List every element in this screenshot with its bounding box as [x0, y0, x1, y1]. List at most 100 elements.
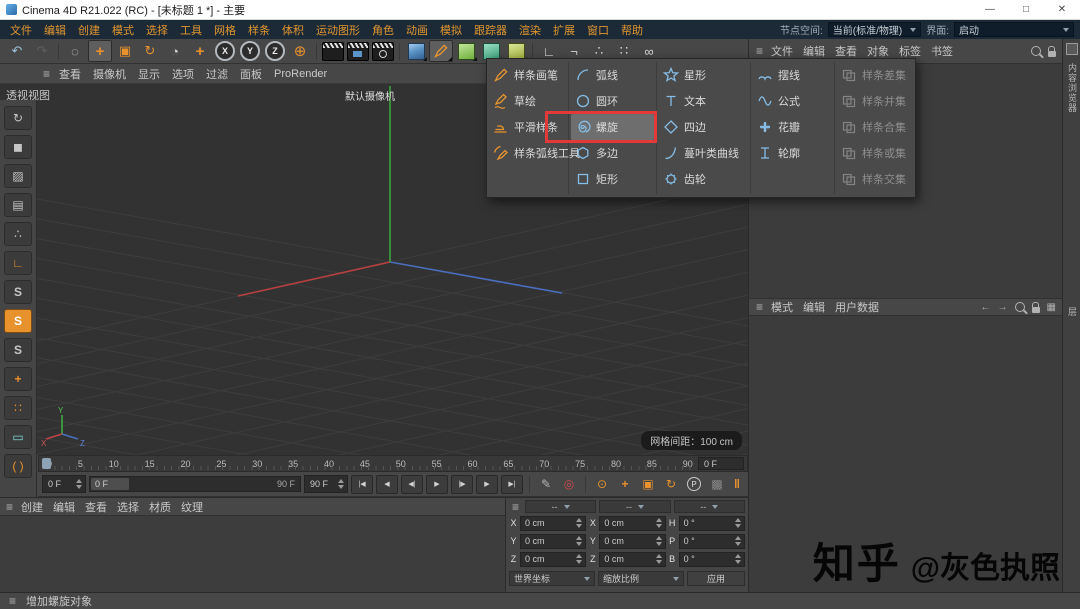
tab-layers[interactable]: 层	[1066, 307, 1079, 317]
timeline-ruler[interactable]: 0510 152025 303540 455055 606570 758085 …	[38, 455, 748, 472]
menu-volume[interactable]: 体积	[276, 22, 310, 38]
cissoid-item[interactable]: 蔓叶类曲线	[659, 140, 748, 166]
rotation-b-field[interactable]: 0 °	[678, 551, 745, 567]
om-menu-file[interactable]: 文件	[766, 43, 798, 59]
menu-mode[interactable]: 模式	[106, 22, 140, 38]
lock-z-axis-button[interactable]: Z	[265, 41, 285, 61]
render-view-button[interactable]	[321, 40, 345, 62]
end-frame-field[interactable]: 90 F	[304, 475, 348, 493]
workplane-mode-button[interactable]: ▤	[4, 193, 32, 217]
recent-tool-button[interactable]: +	[188, 40, 212, 62]
menu-tracker[interactable]: 跟踪器	[468, 22, 513, 38]
om-menu-bookmarks[interactable]: 书签	[926, 43, 958, 59]
position-header-select[interactable]: --	[525, 500, 597, 513]
vp-menu-filter[interactable]: 过滤	[200, 66, 234, 82]
flower-item[interactable]: 花瓣	[753, 114, 832, 140]
menu-select[interactable]: 选择	[140, 22, 174, 38]
scale-tool-button[interactable]: ▣	[113, 40, 137, 62]
live-selection-button[interactable]: ◌	[63, 40, 87, 62]
cogwheel-item[interactable]: 齿轮	[659, 166, 748, 192]
search-icon[interactable]	[1014, 302, 1025, 312]
play-button[interactable]: ▶	[426, 474, 448, 494]
dock-handle-icon[interactable]	[1066, 43, 1078, 55]
star-item[interactable]: 星形	[659, 62, 748, 88]
close-button[interactable]: ✕	[1044, 0, 1080, 19]
menu-render[interactable]: 渲染	[513, 22, 547, 38]
panel-menu-icon[interactable]: ≡	[753, 44, 766, 58]
position-y-field[interactable]: 0 cm	[520, 533, 587, 549]
vp-menu-display[interactable]: 显示	[132, 66, 166, 82]
texture-mode-button[interactable]: ▨	[4, 164, 32, 188]
menu-animate[interactable]: 动画	[400, 22, 434, 38]
goto-start-button[interactable]: |◀	[351, 474, 373, 494]
arc-item[interactable]: 弧线	[571, 62, 654, 88]
panel-menu-icon[interactable]: ≡	[40, 67, 53, 81]
last-tool-button[interactable]: ◔	[163, 40, 187, 62]
prev-key-button[interactable]: ◀	[376, 474, 398, 494]
camera-name-label[interactable]: 默认摄像机	[300, 88, 440, 103]
vp-menu-prorender[interactable]: ProRender	[268, 68, 333, 80]
current-frame-field[interactable]: 0 F	[42, 475, 86, 493]
cache-button[interactable]: ‖	[734, 477, 744, 491]
spline-difference-item[interactable]: 样条差集	[837, 62, 913, 88]
minimize-button[interactable]: —	[972, 0, 1008, 19]
size-z-field[interactable]: 0 cm	[599, 551, 666, 567]
forward-icon[interactable]: →	[998, 302, 1008, 313]
om-menu-tags[interactable]: 标签	[894, 43, 926, 59]
helix-item[interactable]: 螺旋	[545, 111, 657, 143]
mm-menu-create[interactable]: 创建	[16, 499, 48, 515]
record-scale-button[interactable]: ▣	[638, 476, 658, 493]
cycloid-item[interactable]: 摆线	[753, 62, 832, 88]
menu-simulate[interactable]: 模拟	[434, 22, 468, 38]
rotation-p-field[interactable]: 0 °	[678, 533, 745, 549]
panel-menu-icon[interactable]: ≡	[509, 500, 522, 514]
menu-file[interactable]: 文件	[4, 22, 38, 38]
menu-spline[interactable]: 样条	[242, 22, 276, 38]
lock-icon[interactable]	[1031, 301, 1040, 313]
range-slider-thumb[interactable]: 0 F	[91, 478, 129, 490]
current-frame-box[interactable]: 0 F	[698, 457, 744, 470]
points-mode-button[interactable]: ∴	[4, 222, 32, 246]
search-icon[interactable]	[1031, 46, 1041, 56]
lock-y-axis-button[interactable]: Y	[240, 41, 260, 61]
mm-menu-edit[interactable]: 编辑	[48, 499, 80, 515]
enable-axis-button[interactable]: +	[4, 367, 32, 391]
om-menu-edit[interactable]: 编辑	[798, 43, 830, 59]
coordinate-system-button[interactable]: ⊕	[288, 40, 312, 62]
solo-hierarchy-button[interactable]: S	[4, 338, 32, 362]
next-key-button[interactable]: ▶	[476, 474, 498, 494]
autokey-button[interactable]: ◎	[559, 476, 579, 493]
add-spline-button[interactable]	[429, 40, 453, 62]
rotation-header-select[interactable]: --	[673, 500, 745, 513]
spinner-icon[interactable]	[338, 479, 344, 489]
rotate-tool-button[interactable]: ↻	[138, 40, 162, 62]
record-parameter-button[interactable]: P	[684, 476, 704, 493]
size-y-field[interactable]: 0 cm	[599, 533, 666, 549]
render-picture-viewer-button[interactable]	[346, 40, 370, 62]
am-menu-userdata[interactable]: 用户数据	[830, 299, 884, 315]
layout-grid-icon[interactable]: ▦	[1047, 302, 1056, 313]
spline-pen-item[interactable]: 样条画笔	[489, 62, 566, 88]
panel-menu-icon[interactable]: ≡	[6, 594, 19, 608]
record-pla-button[interactable]: ▩	[707, 476, 727, 493]
panel-menu-icon[interactable]: ≡	[753, 300, 766, 314]
solo-single-button[interactable]: S	[4, 309, 32, 333]
rectangle-item[interactable]: 矩形	[571, 166, 654, 192]
goto-end-button[interactable]: ▶|	[501, 474, 523, 494]
mm-menu-material[interactable]: 材质	[144, 499, 176, 515]
size-mode-select[interactable]: 缩放比例	[598, 571, 684, 586]
add-cube-button[interactable]	[404, 40, 428, 62]
render-settings-button[interactable]	[371, 40, 395, 62]
lock-x-axis-button[interactable]: X	[215, 41, 235, 61]
om-menu-objects[interactable]: 对象	[862, 43, 894, 59]
back-icon[interactable]: ←	[981, 302, 991, 313]
record-keyframe-button[interactable]: ✎	[536, 476, 556, 493]
snap-toggle-button[interactable]: ∷	[4, 396, 32, 420]
nside-item[interactable]: 多边	[571, 140, 654, 166]
maximize-button[interactable]: □	[1008, 0, 1044, 19]
model-mode-button[interactable]: ◼	[4, 135, 32, 159]
next-frame-button[interactable]: |▶	[451, 474, 473, 494]
size-header-select[interactable]: --	[599, 500, 671, 513]
menu-mograph[interactable]: 运动图形	[310, 22, 366, 38]
om-menu-view[interactable]: 查看	[830, 43, 862, 59]
